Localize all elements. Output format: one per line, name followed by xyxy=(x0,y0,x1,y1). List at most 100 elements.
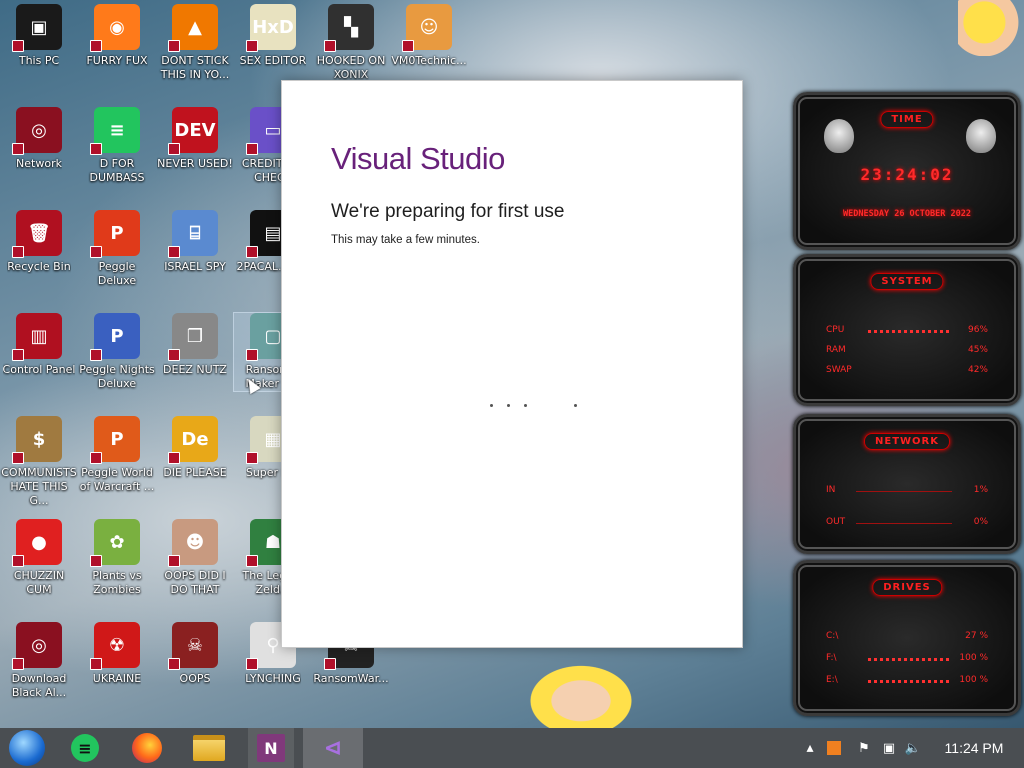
progress-dot xyxy=(490,404,493,407)
desktop-shortcut-label: OOPS DID I DO THAT xyxy=(164,569,226,596)
desktop-shortcut[interactable]: P Peggle Nights Deluxe xyxy=(78,313,156,391)
cpu-bar xyxy=(868,330,952,333)
desktop-shortcut[interactable]: $ COMMUNISTS HATE THIS G... xyxy=(0,416,78,508)
shortcut-arrow-icon xyxy=(168,349,180,361)
net-out-row: OUT 0% xyxy=(826,517,988,529)
taskbar-visual-studio-button[interactable]: ⊲ xyxy=(303,728,363,768)
shortcut-arrow-icon xyxy=(168,40,180,52)
desktop-shortcut-label: Peggle Deluxe xyxy=(97,260,137,287)
time-gadget-title: TIME xyxy=(880,111,934,128)
progress-dot xyxy=(574,404,577,407)
black-alien-icon: ◎ xyxy=(12,622,62,670)
hex-editor-icon: HxD xyxy=(246,4,296,52)
desktop-shortcut-label: LYNCHING xyxy=(245,672,301,685)
plants-vs-zombies-icon: ✿ xyxy=(90,519,140,567)
peggle-wow-icon: P xyxy=(90,416,140,464)
shortcut-arrow-icon xyxy=(246,40,258,52)
shortcut-arrow-icon xyxy=(246,555,258,567)
show-hidden-icons-chevron-icon[interactable]: ▴ xyxy=(802,738,818,758)
shortcut-arrow-icon xyxy=(90,143,102,155)
desktop-shortcut-label: RansomWar... xyxy=(313,672,389,685)
cpu-value: 96% xyxy=(967,325,988,335)
taskbar-onenote-button[interactable]: N xyxy=(248,728,294,768)
drive-c-label: C:\ xyxy=(826,631,839,641)
spotify-icon: ≡ xyxy=(90,107,140,155)
shortcut-arrow-icon xyxy=(90,40,102,52)
desktop-shortcut[interactable]: ⌸ ISRAEL SPY xyxy=(156,210,234,274)
shortcut-arrow-icon xyxy=(402,40,414,52)
net-out-label: OUT xyxy=(826,517,846,527)
desktop-shortcut[interactable]: ▚ HOOKED ON XONIX xyxy=(312,4,390,82)
desktop-shortcut[interactable]: ● CHUZZIN CUM xyxy=(0,519,78,597)
speaker-icon: 🔈 xyxy=(904,740,922,756)
desktop-shortcut[interactable]: HxD SEX EDITOR xyxy=(234,4,312,68)
desktop-shortcut-label: HOOKED ON XONIX xyxy=(316,54,386,81)
desktop-shortcut[interactable]: ☢ UKRAINE xyxy=(78,622,156,686)
time-gadget[interactable]: TIME 23:24:02 WEDNESDAY 26 OCTOBER 2022 xyxy=(793,92,1021,250)
desktop-shortcut[interactable]: ☠ OOPS xyxy=(156,622,234,686)
swap-row: SWAP 42% xyxy=(826,365,988,377)
desktop-shortcut[interactable]: ▲ DONT STICK THIS IN YO... xyxy=(156,4,234,82)
ram-value: 45% xyxy=(967,345,988,355)
desktop-shortcut[interactable]: DEV NEVER USED! xyxy=(156,107,234,171)
system-gadget-title: SYSTEM xyxy=(870,273,944,290)
tray-network-icon[interactable]: ▣ xyxy=(880,738,898,758)
system-gadget[interactable]: SYSTEM CPU 96% RAM 45% SWAP 42% xyxy=(793,254,1021,406)
desktop-shortcut[interactable]: ☺ VM0Technic... xyxy=(390,4,468,68)
splash-subtext: This may take a few minutes. xyxy=(331,234,480,246)
desktop-shortcut-label: Recycle Bin xyxy=(7,260,71,273)
desktop-shortcut[interactable]: ☻ OOPS DID I DO THAT xyxy=(156,519,234,597)
drive-f-label: F:\ xyxy=(826,653,837,663)
taskbar-firefox-button[interactable] xyxy=(124,728,170,768)
tray-flag-icon[interactable]: ⚑ xyxy=(856,738,872,758)
desktop-shortcut-label: This PC xyxy=(18,54,60,67)
desktop-shortcut[interactable]: P Peggle World of Warcraft ... xyxy=(78,416,156,494)
taskbar-file-explorer-button[interactable] xyxy=(186,728,232,768)
desktop-shortcut[interactable]: P Peggle Deluxe xyxy=(78,210,156,288)
alien-head-icon xyxy=(824,119,854,153)
devcpp-icon: DEV xyxy=(168,107,218,155)
tray-orange-icon xyxy=(827,741,841,755)
desktop-shortcut[interactable]: ◎ Network xyxy=(0,107,78,171)
desktop-shortcut[interactable]: ◉ FURRY FUX xyxy=(78,4,156,68)
desktop-shortcut[interactable]: ▣ This PC xyxy=(0,4,78,68)
network-gadget[interactable]: NETWORK IN 1% OUT 0% xyxy=(793,414,1021,554)
shortcut-arrow-icon xyxy=(168,246,180,258)
drive-f-value: 100 % xyxy=(959,653,988,663)
vlc-cone-icon: ▲ xyxy=(168,4,218,52)
desktop-shortcut[interactable]: De DIE PLEASE xyxy=(156,416,234,480)
desktop-shortcut[interactable]: 🗑 Recycle Bin xyxy=(0,210,78,274)
visual-studio-brand: Visual Studio xyxy=(331,141,505,176)
tray-volume-icon[interactable]: 🔈 xyxy=(904,738,922,758)
splash-heading: We're preparing for first use xyxy=(331,201,565,222)
start-button[interactable] xyxy=(4,728,50,768)
desktop-shortcut[interactable]: ✿ Plants vs Zombies xyxy=(78,519,156,597)
drive-e-bar xyxy=(868,680,952,683)
desktop-shortcut-label: Network xyxy=(16,157,62,170)
ram-label: RAM xyxy=(826,345,846,355)
desktop-shortcut-label: Peggle World of Warcraft ... xyxy=(79,466,155,493)
shortcut-arrow-icon xyxy=(168,658,180,670)
desktop-shortcut[interactable]: ▥ Control Panel xyxy=(0,313,78,377)
visual-studio-splash-window[interactable]: Visual Studio We're preparing for first … xyxy=(281,80,743,648)
shortcut-arrow-icon xyxy=(246,452,258,464)
desktop-shortcut[interactable]: ❐ DEEZ NUTZ xyxy=(156,313,234,377)
desktop-shortcut[interactable]: ≡ D FOR DUMBASS xyxy=(78,107,156,185)
progress-dot xyxy=(524,404,527,407)
net-in-row: IN 1% xyxy=(826,485,988,497)
spy-icon: ⌸ xyxy=(168,210,218,258)
peggle-nights-icon: P xyxy=(90,313,140,361)
deez-nutz-icon: ❐ xyxy=(168,313,218,361)
desktop-shortcut[interactable]: ◎ Download Black Al... xyxy=(0,622,78,700)
drives-gadget[interactable]: DRIVES C:\ 27 % F:\ 100 % E:\ 100 % xyxy=(793,560,1021,716)
shortcut-arrow-icon xyxy=(12,658,24,670)
taskbar-spotify-button[interactable]: ≡ xyxy=(62,728,108,768)
shortcut-arrow-icon xyxy=(246,658,258,670)
desktop-shortcut-label: DONT STICK THIS IN YO... xyxy=(160,54,230,81)
cpu-row: CPU 96% xyxy=(826,325,988,337)
tray-app-icon[interactable] xyxy=(826,738,842,758)
swap-label: SWAP xyxy=(826,365,852,375)
technician-icon: ☺ xyxy=(402,4,452,52)
desktop-shortcut-label: Control Panel xyxy=(2,363,76,376)
taskbar-clock[interactable]: 11:24 PM xyxy=(936,738,1012,758)
